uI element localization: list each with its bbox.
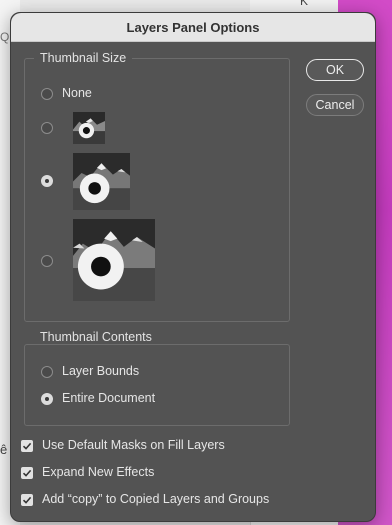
entire-document-label[interactable]: Entire Document bbox=[62, 391, 155, 405]
thumbnail-size-small-radio[interactable] bbox=[41, 122, 53, 134]
checkmark-icon bbox=[22, 496, 32, 504]
add-copy-checkbox[interactable] bbox=[21, 494, 33, 506]
expand-new-effects-checkbox[interactable] bbox=[21, 467, 33, 479]
cancel-button[interactable]: Cancel bbox=[306, 94, 364, 116]
dialog-title: Layers Panel Options bbox=[11, 13, 375, 42]
thumbnail-contents-title: Thumbnail Contents bbox=[34, 330, 158, 344]
use-default-masks-checkbox[interactable] bbox=[21, 440, 33, 452]
ok-button[interactable]: OK bbox=[306, 59, 364, 81]
layers-panel-options-dialog: Layers Panel Options Thumbnail Size None bbox=[10, 12, 376, 522]
background-text-fragment: Q bbox=[0, 30, 10, 44]
layer-bounds-radio[interactable] bbox=[41, 366, 53, 378]
layer-bounds-label[interactable]: Layer Bounds bbox=[62, 364, 139, 378]
thumbnail-size-none-radio[interactable] bbox=[41, 88, 53, 100]
thumbnail-contents-group bbox=[24, 344, 290, 426]
thumbnail-large-preview bbox=[73, 219, 155, 301]
thumbnail-size-medium-radio[interactable] bbox=[41, 175, 53, 187]
background-text-fragment: K bbox=[300, 0, 309, 8]
checkmark-icon bbox=[22, 469, 32, 477]
thumbnail-size-title: Thumbnail Size bbox=[34, 51, 133, 65]
thumbnail-size-large-radio[interactable] bbox=[41, 255, 53, 267]
thumbnail-small-preview bbox=[73, 112, 105, 144]
use-default-masks-label[interactable]: Use Default Masks on Fill Layers bbox=[42, 438, 225, 452]
expand-new-effects-label[interactable]: Expand New Effects bbox=[42, 465, 154, 479]
thumbnail-medium-preview bbox=[73, 153, 130, 210]
background-top-strip bbox=[250, 0, 338, 12]
add-copy-label[interactable]: Add “copy” to Copied Layers and Groups bbox=[42, 492, 269, 506]
background-text-fragment: ê bbox=[0, 442, 8, 457]
thumbnail-size-none-label[interactable]: None bbox=[62, 86, 92, 100]
entire-document-radio[interactable] bbox=[41, 393, 53, 405]
checkmark-icon bbox=[22, 442, 32, 450]
